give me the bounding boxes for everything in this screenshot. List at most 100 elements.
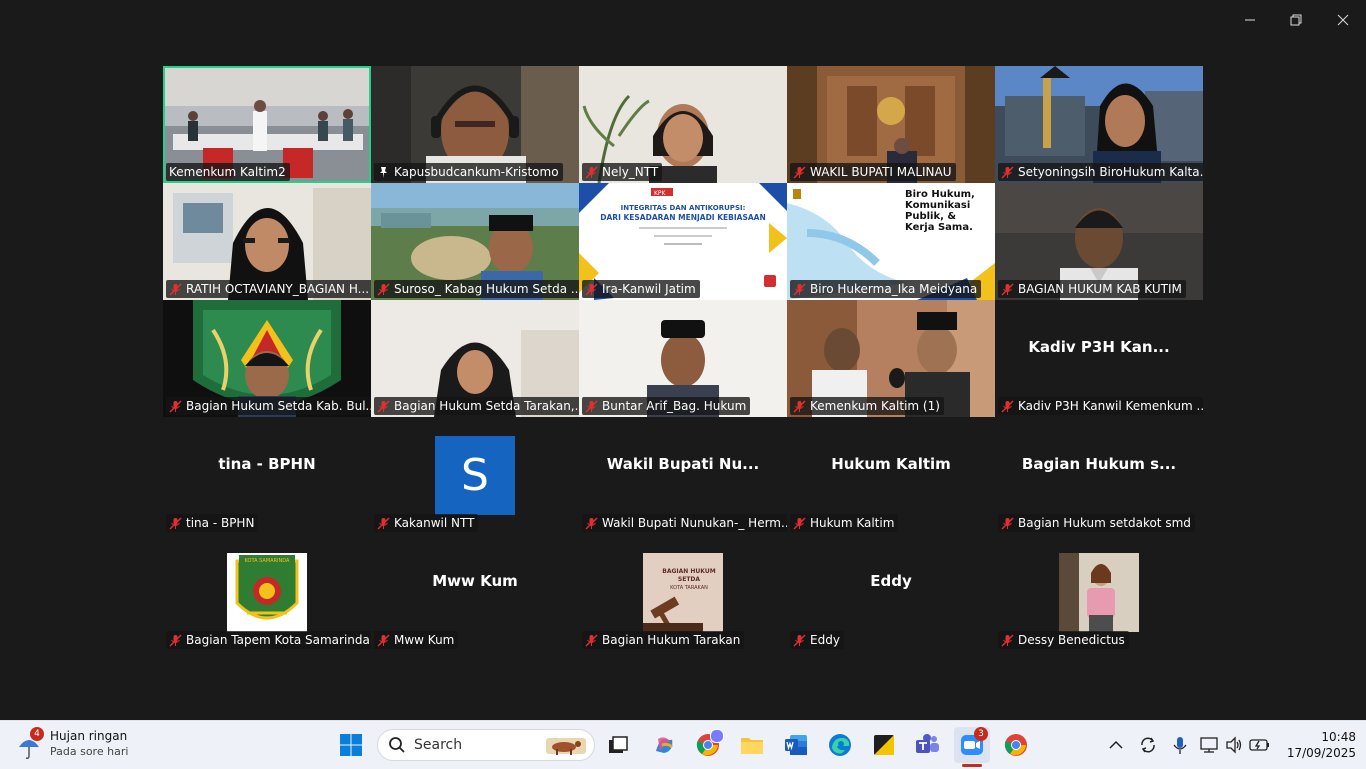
participant-name-label: Bagian Hukum Tarakan [582, 631, 745, 649]
chrome-button[interactable] [692, 729, 724, 761]
battery-tray-button[interactable] [1248, 733, 1272, 757]
volume-tray-button[interactable] [1222, 733, 1246, 757]
video-tile[interactable]: Kadiv P3H Kan... Kadiv P3H Kanwil Kemenk… [995, 300, 1203, 417]
video-tile[interactable]: Buntar Arif_Bag. Hukum [579, 300, 787, 417]
participant-name-label: Buntar Arif_Bag. Hukum [582, 397, 751, 415]
muted-mic-icon [585, 283, 598, 295]
search-icon [389, 737, 405, 753]
video-tile[interactable]: BAGIAN HUKUM KAB KUTIM [995, 183, 1203, 300]
file-explorer-button[interactable] [736, 729, 768, 761]
network-tray-button[interactable] [1198, 733, 1222, 757]
clock[interactable]: 10:48 17/09/2025 [1280, 727, 1356, 763]
video-tile[interactable]: Kemenkum Kaltim (1) [787, 300, 995, 417]
teams-button[interactable] [912, 729, 944, 761]
muted-mic-icon [793, 634, 806, 646]
muted-mic-icon [793, 166, 806, 178]
muted-mic-icon [169, 400, 182, 412]
slide-line-1: Biro Hukum, [905, 189, 975, 200]
video-tile[interactable]: Kapusbudcankum-Kristomo [371, 66, 579, 183]
video-tile[interactable]: WAKIL BUPATI MALINAU [787, 66, 995, 183]
slide-line-3: Publik, & [905, 211, 956, 222]
participant-name-label: Mww Kum [374, 631, 459, 649]
video-tile[interactable]: Biro Hukum, Komunikasi Publik, & Kerja S… [787, 183, 995, 300]
video-tile[interactable]: Bagian Hukum Setda Tarakan,... [371, 300, 579, 417]
participant-name-label: Wakil Bupati Nunukan-_ Herm... [582, 514, 787, 532]
participant-display-name: Kadiv P3H Kan... [1028, 338, 1170, 356]
participant-name-label: BAGIAN HUKUM KAB KUTIM [998, 280, 1186, 298]
chrome-window-button[interactable] [1000, 729, 1032, 761]
pin-icon [380, 166, 387, 178]
microphone-tray-button[interactable] [1168, 733, 1192, 757]
start-button[interactable] [335, 729, 367, 761]
video-tile[interactable]: Hukum Kaltim Hukum Kaltim [787, 417, 995, 534]
slide-line-2: Komunikasi [905, 200, 970, 211]
kpk-logo: KPK [654, 190, 667, 197]
video-tile[interactable]: Wakil Bupati Nu... Wakil Bupati Nunukan-… [579, 417, 787, 534]
folder-icon [741, 738, 763, 754]
taskbar-search[interactable]: Search [377, 729, 595, 761]
participant-name-label: Bagian Tapem Kota Samarinda [166, 631, 373, 649]
participant-name-label: Bagian Hukum setdakot smd [998, 514, 1195, 532]
sync-tray-button[interactable] [1136, 733, 1160, 757]
word-button[interactable] [780, 729, 812, 761]
task-view-button[interactable] [602, 729, 634, 761]
copilot-button[interactable] [648, 729, 680, 761]
muted-mic-icon [585, 400, 598, 412]
battery-charging-icon [1249, 739, 1269, 751]
video-tile[interactable]: Kemenkum Kaltim2 [163, 66, 371, 183]
video-tile[interactable]: Dessy Benedictus [995, 534, 1203, 651]
logo-text-1: BAGIAN HUKUM [662, 568, 715, 575]
video-tile[interactable]: KPK INTEGRITAS DAN ANTIKORUPSI: DARI KES… [579, 183, 787, 300]
participant-display-name: Wakil Bupati Nu... [606, 455, 760, 473]
minimize-button[interactable] [1227, 0, 1273, 40]
video-tile[interactable]: RATIH OCTAVIANY_BAGIAN H... [163, 183, 371, 300]
participant-name-label: Suroso_ Kabag Hukum Setda ... [374, 280, 579, 298]
participant-display-name: Bagian Hukum s... [1021, 455, 1177, 473]
minimize-icon [1245, 19, 1255, 21]
video-tile[interactable]: S Kakanwil NTT [371, 417, 579, 534]
sync-icon [1141, 737, 1155, 753]
network-icon [1200, 737, 1218, 753]
participant-name-label: Kapusbudcankum-Kristomo [374, 163, 563, 181]
microphone-icon [1173, 737, 1187, 754]
avatar [1059, 553, 1139, 632]
muted-mic-icon [377, 400, 390, 412]
participant-name-label: Nely_NTT [582, 163, 663, 181]
sticky-app-button[interactable] [868, 729, 900, 761]
weather-widget[interactable]: 4 Hujan ringan Pada sore hari [14, 727, 144, 763]
participant-name-label: RATIH OCTAVIANY_BAGIAN H... [166, 280, 371, 298]
windows-start-icon [340, 734, 362, 756]
participant-display-name: Mww Kum [432, 572, 518, 590]
video-tile[interactable]: BAGIAN HUKUM SETDA KOTA TARAKAN Bagian H… [579, 534, 787, 651]
video-tile[interactable]: Setyoningsih BiroHukum Kalta... [995, 66, 1203, 183]
video-tile[interactable]: KOTA SAMARINDA Bagian Tapem Kota Samarin… [163, 534, 373, 651]
participant-name-label: Eddy [790, 631, 844, 649]
video-tile[interactable]: Bagian Hukum Setda Kab. Bul... [163, 300, 371, 417]
video-tile[interactable]: Nely_NTT [579, 66, 787, 183]
video-tile[interactable]: Eddy Eddy [787, 534, 995, 651]
zoom-button[interactable]: 3 [954, 727, 990, 767]
clock-time: 10:48 [1321, 730, 1356, 744]
video-tile[interactable]: Bagian Hukum s... Bagian Hukum setdakot … [995, 417, 1203, 534]
slide-title-1: INTEGRITAS DAN ANTIKORUPSI: [621, 204, 746, 212]
participant-name-label: Hukum Kaltim [790, 514, 899, 532]
muted-mic-icon [1001, 166, 1014, 178]
participant-name-label: WAKIL BUPATI MALINAU [790, 163, 956, 181]
muted-mic-icon [1001, 517, 1014, 529]
edge-button[interactable] [824, 729, 856, 761]
participant-name-label: Setyoningsih BiroHukum Kalta... [998, 163, 1203, 181]
video-tile[interactable]: tina - BPHN tina - BPHN [163, 417, 371, 534]
video-tile[interactable]: Mww Kum Mww Kum [371, 534, 579, 651]
maximize-button[interactable] [1273, 0, 1319, 40]
muted-mic-icon [169, 634, 182, 646]
muted-mic-icon [169, 283, 182, 295]
search-highlight-icon [546, 738, 586, 755]
search-placeholder: Search [414, 737, 463, 753]
muted-mic-icon [585, 634, 598, 646]
muted-mic-icon [377, 283, 390, 295]
task-view-icon [609, 736, 628, 753]
weather-badge: 4 [30, 727, 44, 741]
close-button[interactable] [1320, 0, 1366, 40]
video-tile[interactable]: Suroso_ Kabag Hukum Setda ... [371, 183, 579, 300]
show-hidden-icons-button[interactable] [1104, 733, 1128, 757]
